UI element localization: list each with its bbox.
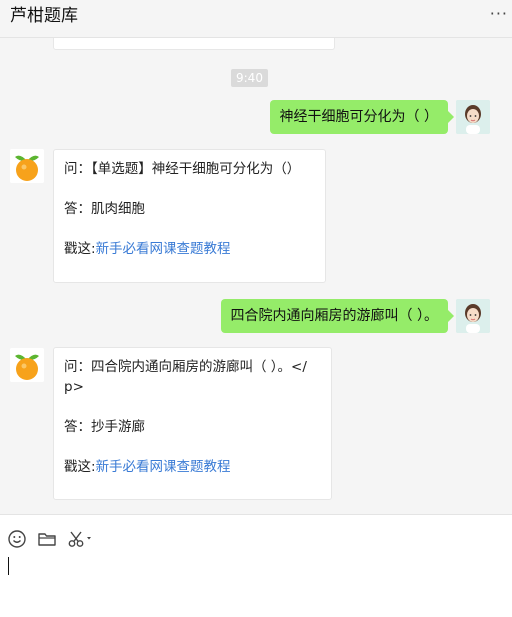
user-message-bubble[interactable]: 四合院内通向厢房的游廊叫（ ）。 xyxy=(220,299,455,333)
text-cursor xyxy=(8,557,9,575)
user-message-bubble[interactable]: 神经干细胞可分化为（ ） xyxy=(269,100,455,134)
question-text: 问：四合院内通向厢房的游廊叫（ ）。</ xyxy=(64,359,307,375)
tutorial-line: 戳这:新手必看网课查题教程 xyxy=(64,239,315,259)
chevron-down-icon xyxy=(87,537,91,540)
title-bar: 芦柑题库 ··· xyxy=(0,0,512,38)
tutorial-link[interactable]: 新手必看网课查题教程 xyxy=(96,459,231,475)
previous-message-card xyxy=(53,38,335,50)
more-options-icon[interactable]: ··· xyxy=(490,6,508,22)
scissors-icon[interactable] xyxy=(67,529,93,553)
bot-avatar[interactable] xyxy=(10,348,44,382)
user-avatar-icon xyxy=(456,100,490,134)
tutorial-link[interactable]: 新手必看网课查题教程 xyxy=(96,241,231,257)
answer-text: 答：抄手游廊 xyxy=(64,419,145,435)
orange-icon xyxy=(10,149,44,183)
chat-title: 芦柑题库 xyxy=(10,6,78,26)
orange-icon xyxy=(10,348,44,382)
folder-icon[interactable] xyxy=(37,529,57,553)
bot-avatar[interactable] xyxy=(10,149,44,183)
link-prefix: 戳这: xyxy=(64,241,96,257)
timestamp: 9:40 xyxy=(231,69,268,87)
user-avatar-icon xyxy=(456,299,490,333)
tutorial-line: 戳这:新手必看网课查题教程 xyxy=(64,457,321,477)
question-text-continued: p> xyxy=(64,379,84,395)
user-avatar[interactable] xyxy=(456,299,490,333)
answer-card: 问：【单选题】神经干细胞可分化为（） 答：肌肉细胞 戳这:新手必看网课查题教程 xyxy=(53,149,326,283)
question-text: 问：【单选题】神经干细胞可分化为（） xyxy=(64,161,301,177)
user-avatar[interactable] xyxy=(456,100,490,134)
chat-area[interactable]: 9:40 神经干细胞可分化为（ ） 问：【单选题】神经干细胞可分化为（） 答：肌… xyxy=(0,38,512,514)
emoji-icon[interactable] xyxy=(7,529,27,553)
input-area[interactable] xyxy=(0,514,512,617)
answer-card: 问：四合院内通向厢房的游廊叫（ ）。</ p> 答：抄手游廊 戳这:新手必看网课… xyxy=(53,347,332,500)
link-prefix: 戳这: xyxy=(64,459,96,475)
answer-text: 答：肌肉细胞 xyxy=(64,201,145,217)
